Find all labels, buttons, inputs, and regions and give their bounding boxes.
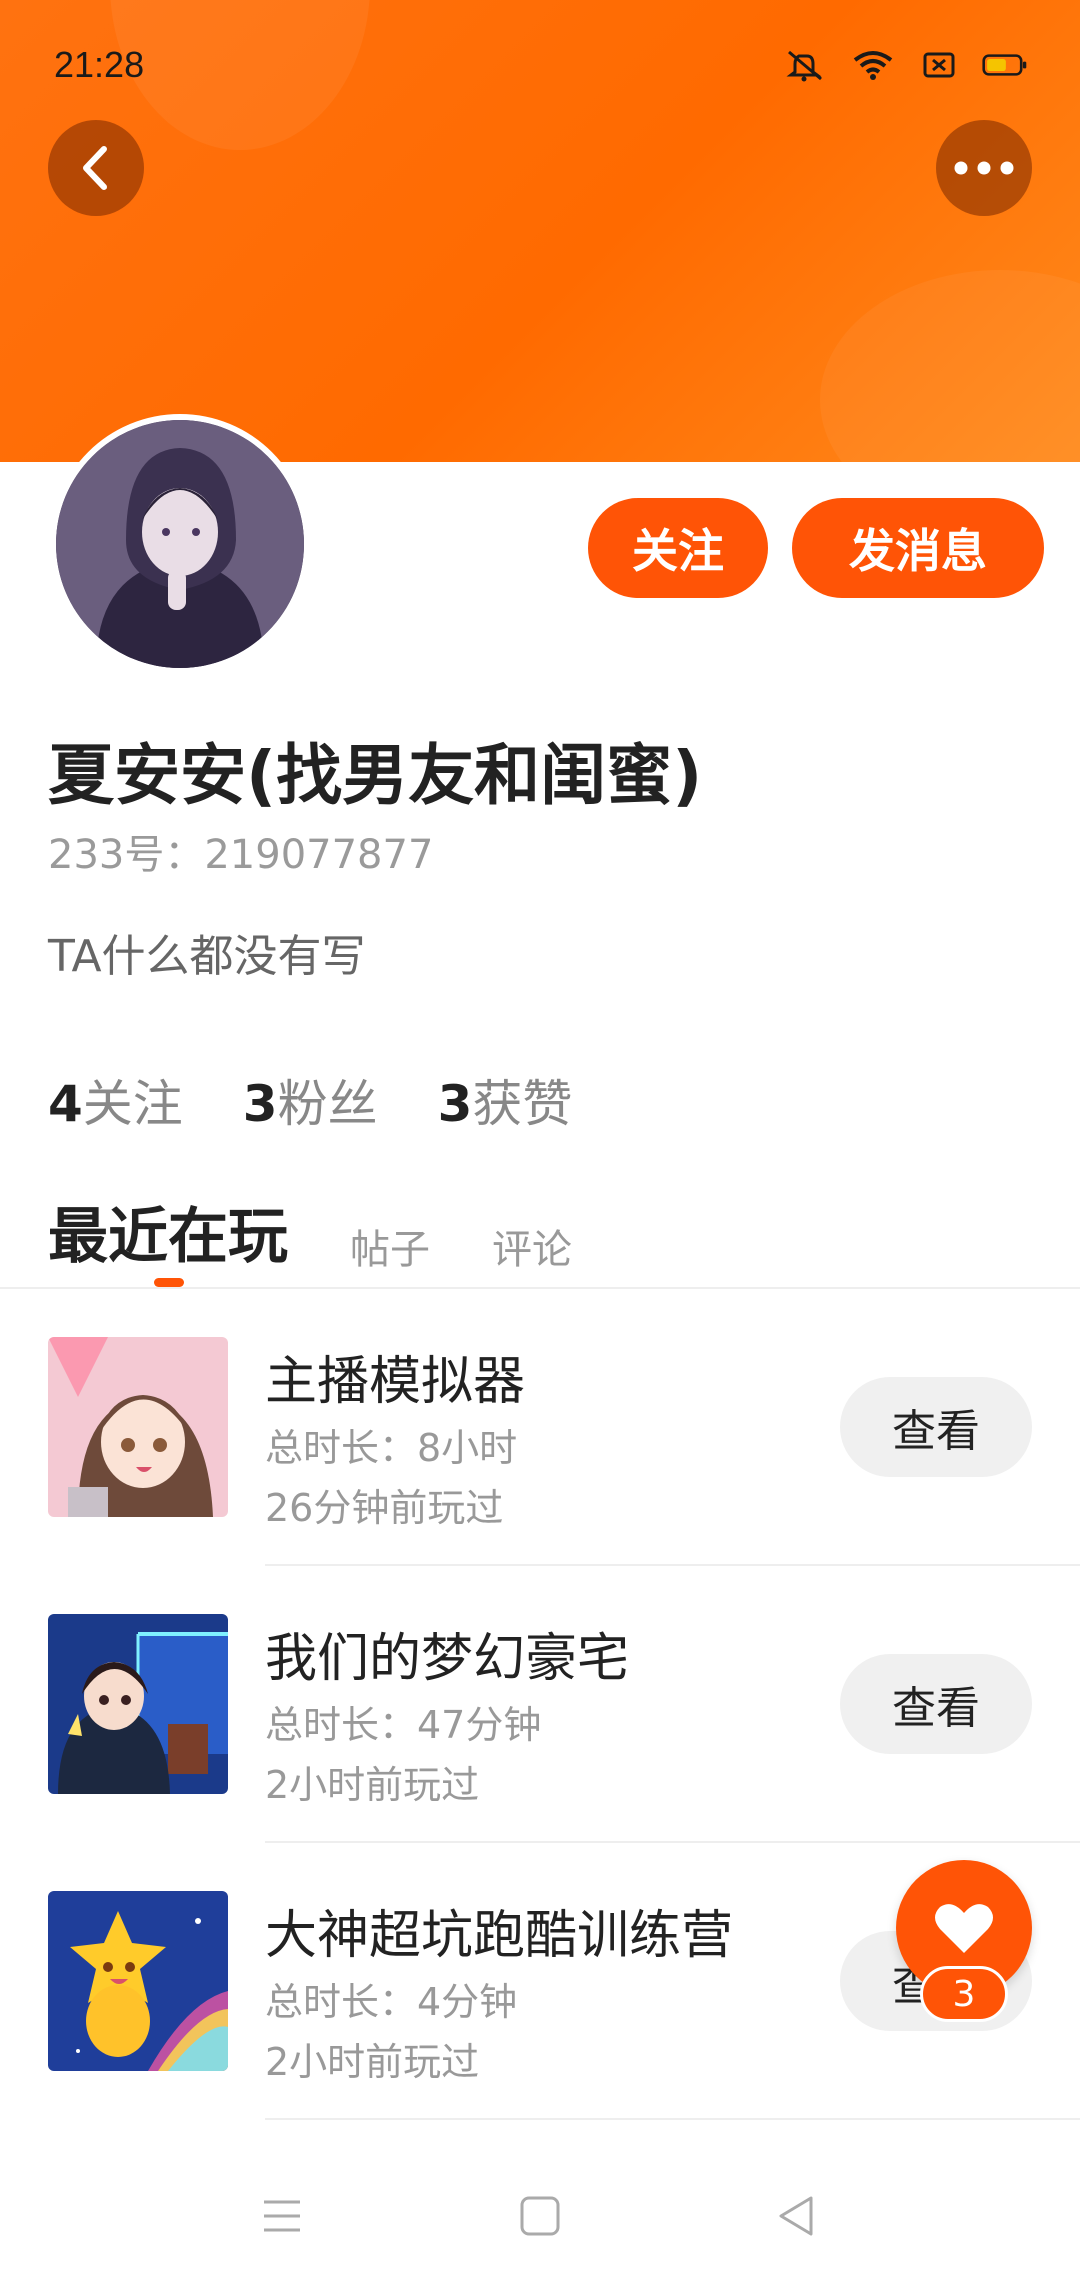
system-navigation-bar bbox=[0, 2140, 1080, 2280]
sim-icon bbox=[916, 48, 962, 82]
follow-button[interactable]: 关注 bbox=[588, 498, 768, 598]
stat-number: 3 bbox=[242, 1075, 278, 1133]
stat-label: 获赞 bbox=[472, 1075, 573, 1133]
menu-nav-button[interactable] bbox=[252, 2186, 312, 2246]
avatar-image bbox=[56, 420, 304, 668]
mute-icon bbox=[784, 48, 830, 82]
game-last-played: 2小时前玩过 bbox=[265, 2040, 480, 2084]
game-duration: 总时长：8小时 bbox=[265, 1426, 518, 1470]
stat-followers[interactable]: 3粉丝 bbox=[243, 1064, 378, 1136]
profile-bio: TA什么都没有写 bbox=[48, 931, 366, 982]
back-button[interactable] bbox=[48, 120, 144, 216]
stat-number: 3 bbox=[437, 1075, 473, 1133]
battery-icon bbox=[982, 48, 1028, 82]
back-triangle-icon bbox=[779, 2196, 813, 2236]
view-button[interactable]: 查看 bbox=[840, 1377, 1032, 1477]
stat-following[interactable]: 4关注 bbox=[48, 1064, 183, 1136]
item-divider bbox=[265, 2118, 1080, 2120]
stat-label: 粉丝 bbox=[277, 1075, 378, 1133]
menu-icon bbox=[264, 2200, 300, 2232]
status-icons bbox=[784, 48, 1028, 82]
avatar[interactable] bbox=[50, 414, 310, 674]
view-button[interactable]: 查看 bbox=[840, 1654, 1032, 1754]
back-nav-button[interactable] bbox=[766, 2186, 826, 2246]
tab-posts[interactable]: 帖子 bbox=[350, 1217, 430, 1275]
profile-header-banner: 21:28 bbox=[0, 0, 1080, 462]
game-duration: 总时长：4分钟 bbox=[265, 1980, 518, 2024]
list-item[interactable]: 主播模拟器 总时长：8小时 26分钟前玩过 查看 bbox=[0, 1289, 1080, 1566]
stat-number: 4 bbox=[48, 1075, 83, 1133]
more-dots-icon bbox=[954, 161, 1014, 175]
heart-icon bbox=[935, 1904, 993, 1953]
chevron-left-icon bbox=[83, 146, 107, 190]
profile-tabs: 最近在玩 帖子 评论 bbox=[48, 1188, 572, 1275]
game-thumbnail bbox=[48, 1614, 228, 1794]
active-tab-indicator bbox=[154, 1278, 184, 1287]
stat-label: 关注 bbox=[82, 1075, 183, 1133]
tab-recently-played[interactable]: 最近在玩 bbox=[48, 1188, 288, 1275]
game-title: 大神超坑跑酷训练营 bbox=[265, 1906, 734, 1966]
profile-stats: 4关注 3粉丝 3获赞 bbox=[48, 1064, 572, 1136]
like-count-badge: 3 bbox=[920, 1966, 1008, 2022]
status-bar: 21:28 bbox=[0, 0, 1080, 120]
game-thumbnail bbox=[48, 1891, 228, 2071]
game-last-played: 26分钟前玩过 bbox=[265, 1486, 504, 1530]
game-last-played: 2小时前玩过 bbox=[265, 1763, 480, 1807]
wifi-icon bbox=[850, 48, 896, 82]
home-square-icon bbox=[520, 2196, 560, 2236]
tab-comments[interactable]: 评论 bbox=[492, 1217, 572, 1275]
game-duration: 总时长：47分钟 bbox=[265, 1703, 542, 1747]
game-thumbnail bbox=[48, 1337, 228, 1517]
send-message-button[interactable]: 发消息 bbox=[792, 498, 1044, 598]
status-time: 21:28 bbox=[54, 44, 145, 85]
game-title: 我们的梦幻豪宅 bbox=[265, 1629, 630, 1689]
more-button[interactable] bbox=[936, 120, 1032, 216]
home-nav-button[interactable] bbox=[510, 2186, 570, 2246]
profile-uid: 233号：219077877 bbox=[48, 832, 434, 878]
game-title: 主播模拟器 bbox=[265, 1352, 526, 1412]
list-item[interactable]: 我们的梦幻豪宅 总时长：47分钟 2小时前玩过 查看 bbox=[0, 1566, 1080, 1843]
profile-name: 夏安安(找男友和闺蜜) bbox=[48, 737, 703, 814]
banner-decoration bbox=[820, 270, 1080, 462]
stat-likes[interactable]: 3获赞 bbox=[438, 1064, 573, 1136]
